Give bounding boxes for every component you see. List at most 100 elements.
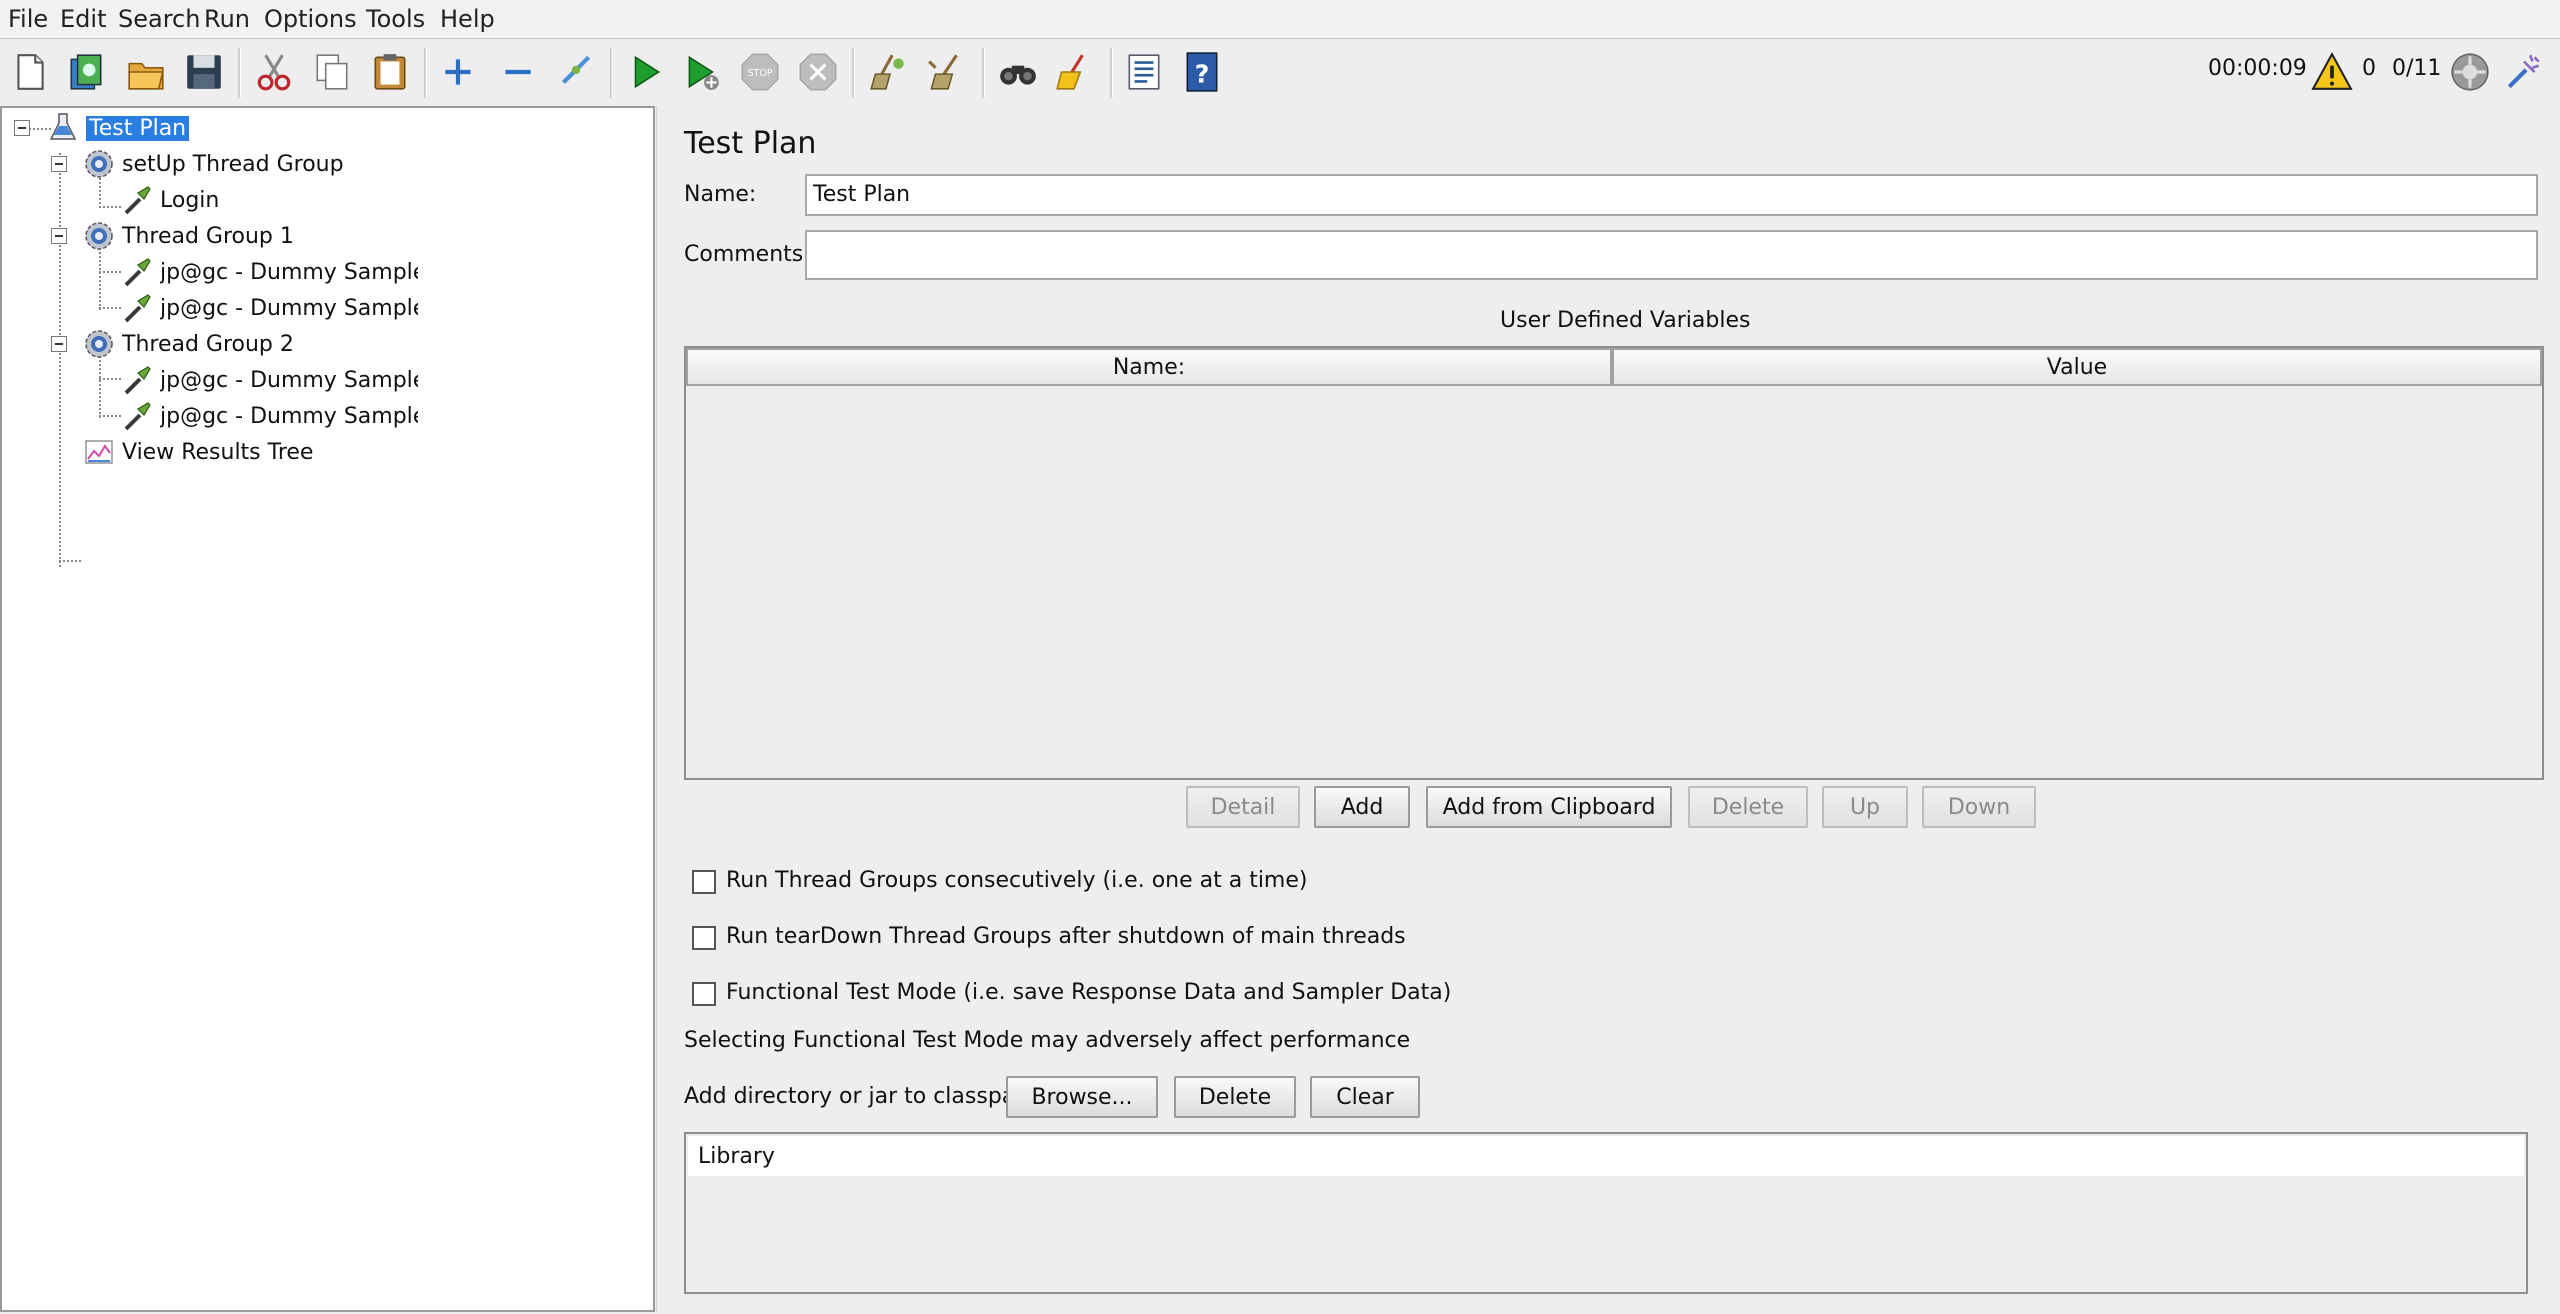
help-icon[interactable]: ? bbox=[1180, 50, 1224, 94]
test-plan-editor: Test Plan Name: Test Plan Comments: User… bbox=[668, 106, 2560, 1314]
gear-icon bbox=[82, 327, 116, 361]
tree-node-login[interactable]: Login bbox=[120, 183, 219, 217]
gear-icon bbox=[82, 147, 116, 181]
add-from-clipboard-button[interactable]: Add from Clipboard bbox=[1426, 786, 1672, 828]
library-table[interactable]: Library bbox=[684, 1132, 2528, 1294]
menu-bar: File Edit Search Run Options Tools Help bbox=[0, 0, 2560, 39]
name-label: Name: bbox=[684, 182, 757, 207]
toolbar: STOP ? 00:00:09 0 0/11 bbox=[0, 40, 2560, 106]
collapse-all-icon[interactable] bbox=[496, 50, 540, 94]
functional-mode-checkbox[interactable] bbox=[692, 982, 716, 1006]
function-helper-icon[interactable] bbox=[1122, 50, 1166, 94]
cut-icon[interactable] bbox=[252, 50, 296, 94]
menu-file[interactable]: File bbox=[8, 5, 48, 33]
collapse-toggle[interactable] bbox=[51, 336, 67, 352]
menu-help[interactable]: Help bbox=[440, 5, 495, 33]
elapsed-timer: 00:00:09 bbox=[2208, 56, 2307, 81]
active-threads: 0/11 bbox=[2392, 56, 2442, 81]
run-teardown-checkbox[interactable] bbox=[692, 926, 716, 950]
menu-tools[interactable]: Tools bbox=[366, 5, 425, 33]
tree-node-label: jp@gc - Dummy Sampler 2 bbox=[160, 403, 418, 429]
open-icon[interactable] bbox=[124, 50, 168, 94]
tree-node-dummy-sampler-4[interactable]: jp@gc - Dummy Sampler 4 bbox=[120, 291, 420, 325]
tree-connector bbox=[99, 352, 101, 418]
menu-run[interactable]: Run bbox=[204, 5, 250, 33]
tree-node-dummy-sampler-1[interactable]: jp@gc - Dummy Sampler 1 bbox=[120, 363, 420, 397]
toggle-icon[interactable] bbox=[554, 50, 598, 94]
tree-node-label: View Results Tree bbox=[122, 439, 314, 465]
shutdown-icon[interactable] bbox=[796, 50, 840, 94]
delete-classpath-button[interactable]: Delete bbox=[1174, 1076, 1296, 1118]
templates-icon[interactable] bbox=[64, 50, 108, 94]
comments-label: Comments: bbox=[684, 242, 811, 267]
tree-node-setup-thread-group[interactable]: setUp Thread Group bbox=[82, 147, 344, 181]
gear-icon bbox=[82, 219, 116, 253]
test-plan-tree[interactable]: Test Plan setUp Thread Group Login Threa… bbox=[0, 106, 655, 1312]
browse-button[interactable]: Browse... bbox=[1006, 1076, 1158, 1118]
sampler-pipette-icon bbox=[120, 363, 154, 397]
search-icon[interactable] bbox=[996, 50, 1040, 94]
tree-connector bbox=[99, 378, 121, 380]
svg-text:?: ? bbox=[1195, 60, 1210, 89]
delete-row-button[interactable]: Delete bbox=[1688, 786, 1808, 828]
clear-icon[interactable] bbox=[866, 50, 910, 94]
up-button[interactable]: Up bbox=[1822, 786, 1908, 828]
start-no-pauses-icon[interactable] bbox=[680, 50, 724, 94]
tree-connector bbox=[99, 307, 121, 309]
collapse-toggle[interactable] bbox=[51, 228, 67, 244]
run-consecutively-label: Run Thread Groups consecutively (i.e. on… bbox=[726, 868, 1308, 893]
tree-connector bbox=[59, 153, 61, 567]
tree-node-label: Thread Group 1 bbox=[122, 223, 294, 249]
log-viewer-icon[interactable] bbox=[2502, 50, 2546, 94]
tree-node-dummy-sampler-2[interactable]: jp@gc - Dummy Sampler 2 bbox=[120, 399, 420, 433]
menu-edit[interactable]: Edit bbox=[60, 5, 106, 33]
classpath-label: Add directory or jar to classpath bbox=[684, 1084, 1038, 1109]
detail-button[interactable]: Detail bbox=[1186, 786, 1300, 828]
run-consecutively-checkbox[interactable] bbox=[692, 870, 716, 894]
test-plan-icon bbox=[46, 111, 80, 145]
library-column-header[interactable]: Library bbox=[688, 1136, 2524, 1176]
clear-classpath-button[interactable]: Clear bbox=[1310, 1076, 1420, 1118]
menu-options[interactable]: Options bbox=[264, 5, 357, 33]
tree-connector bbox=[99, 415, 121, 417]
stop-icon[interactable]: STOP bbox=[738, 50, 782, 94]
clear-all-icon[interactable] bbox=[924, 50, 968, 94]
tree-connector bbox=[99, 244, 101, 310]
tree-node-test-plan[interactable]: Test Plan bbox=[46, 111, 190, 145]
column-header-value[interactable]: Value bbox=[1612, 348, 2542, 386]
add-button[interactable]: Add bbox=[1314, 786, 1410, 828]
column-header-name[interactable]: Name: bbox=[686, 348, 1612, 386]
run-teardown-label: Run tearDown Thread Groups after shutdow… bbox=[726, 924, 1406, 949]
tree-node-label: jp@gc - Dummy Sampler 3 bbox=[160, 259, 418, 285]
warning-icon[interactable] bbox=[2310, 50, 2354, 94]
comments-field[interactable] bbox=[805, 230, 2538, 280]
copy-icon[interactable] bbox=[310, 50, 354, 94]
split-pane-divider[interactable] bbox=[656, 106, 667, 1312]
sampler-pipette-icon bbox=[120, 255, 154, 289]
start-icon[interactable] bbox=[624, 50, 668, 94]
udv-title: User Defined Variables bbox=[1500, 308, 1751, 333]
results-graph-icon bbox=[82, 435, 116, 469]
name-field[interactable]: Test Plan bbox=[805, 174, 2538, 216]
running-indicator-icon bbox=[2448, 50, 2492, 94]
menu-search[interactable]: Search bbox=[118, 5, 200, 33]
collapse-toggle[interactable] bbox=[14, 120, 30, 136]
tree-node-thread-group-2[interactable]: Thread Group 2 bbox=[82, 327, 294, 361]
tree-node-label: Test Plan bbox=[86, 115, 190, 141]
new-icon[interactable] bbox=[8, 50, 52, 94]
tree-connector bbox=[99, 271, 121, 273]
tree-node-thread-group-1[interactable]: Thread Group 1 bbox=[82, 219, 294, 253]
down-button[interactable]: Down bbox=[1922, 786, 2036, 828]
tree-node-dummy-sampler-3[interactable]: jp@gc - Dummy Sampler 3 bbox=[120, 255, 420, 289]
paste-icon[interactable] bbox=[368, 50, 412, 94]
user-defined-variables-table[interactable]: Name: Value bbox=[684, 346, 2544, 780]
tree-connector bbox=[99, 178, 101, 208]
tree-node-label: setUp Thread Group bbox=[122, 151, 344, 177]
tree-node-view-results-tree[interactable]: View Results Tree bbox=[82, 435, 313, 469]
collapse-toggle[interactable] bbox=[51, 156, 67, 172]
save-icon[interactable] bbox=[182, 50, 226, 94]
expand-all-icon[interactable] bbox=[436, 50, 480, 94]
reset-search-icon[interactable] bbox=[1052, 50, 1096, 94]
tree-connector bbox=[99, 206, 121, 208]
sampler-pipette-icon bbox=[120, 291, 154, 325]
